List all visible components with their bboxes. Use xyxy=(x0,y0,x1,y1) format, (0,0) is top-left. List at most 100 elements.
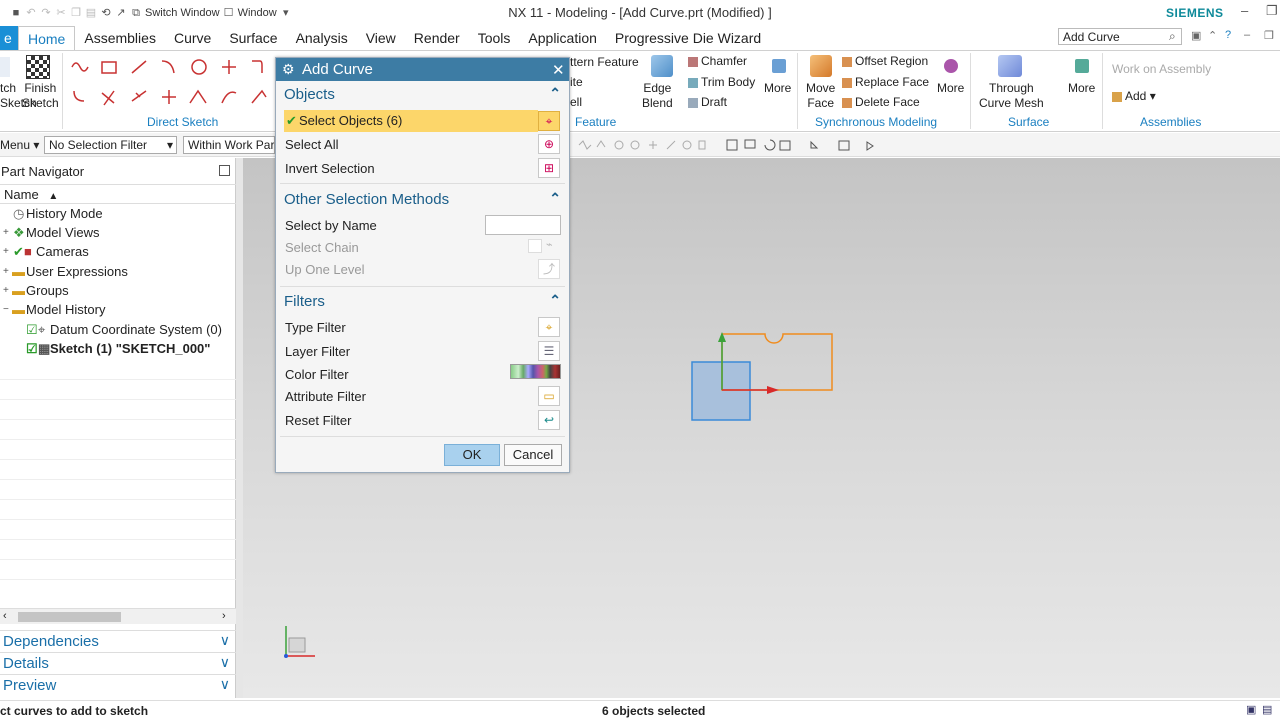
cancel-button[interactable]: Cancel xyxy=(504,444,562,466)
collapse-ribbon-icon[interactable]: ⌃ xyxy=(1208,29,1217,42)
reset-filter-icon[interactable]: ↩ xyxy=(538,410,560,430)
tab-home[interactable]: Home xyxy=(18,26,76,50)
dependencies-section[interactable]: Dependencies ∨ xyxy=(0,630,236,652)
paste-icon[interactable]: ▤ xyxy=(85,7,97,19)
scroll-left-icon[interactable]: ‹ xyxy=(3,610,7,622)
tree-item-user-expressions[interactable]: + ▬ User Expressions xyxy=(0,263,236,282)
pattern-feature-button[interactable]: ttern Feature xyxy=(570,55,639,69)
minimize-icon[interactable]: – xyxy=(1241,3,1248,18)
save-icon[interactable]: ■ xyxy=(10,7,22,19)
tree-item-history-mode[interactable]: ◷ History Mode xyxy=(0,205,236,224)
up-one-level-icon[interactable]: ⤴ xyxy=(538,259,560,279)
expand-icon[interactable]: + xyxy=(3,246,9,257)
more-sync-button[interactable]: More xyxy=(937,81,964,95)
invert-selection-icon[interactable]: ⊞ xyxy=(538,158,560,178)
file-tab[interactable]: e xyxy=(0,26,18,50)
redo-icon[interactable]: ↷ xyxy=(40,7,52,19)
move-face-button[interactable]: Move Face xyxy=(806,81,835,111)
name-column-header[interactable]: Name ▲ xyxy=(0,184,236,204)
draft-button[interactable]: Draft xyxy=(688,95,727,109)
crosshair-icon[interactable]: ⌖ xyxy=(538,111,560,131)
select-all-label[interactable]: Select All xyxy=(285,137,338,152)
add-component-button[interactable]: Add ▾ xyxy=(1112,89,1156,103)
datum-plane[interactable] xyxy=(691,361,751,421)
layer-filter-icon[interactable]: ☰ xyxy=(538,341,560,361)
chevron-down-icon[interactable]: ▾ xyxy=(280,7,292,19)
search-icon[interactable]: ⌕ xyxy=(1169,29,1176,44)
invert-selection-label[interactable]: Invert Selection xyxy=(285,161,375,176)
checkbox-icon[interactable]: ☑ xyxy=(26,322,38,338)
collapse-icon[interactable]: ⌃ xyxy=(549,85,561,102)
selection-scope-dropdown[interactable]: Within Work Par xyxy=(183,136,275,154)
expand-icon[interactable]: + xyxy=(3,227,9,238)
details-section[interactable]: Details ∨ xyxy=(0,652,236,674)
menu-button[interactable]: Menu ▾ xyxy=(0,138,39,152)
tab-curve[interactable]: Curve xyxy=(165,26,220,50)
edge-blend-button[interactable]: Edge Blend xyxy=(642,81,673,111)
color-filter-swatch[interactable] xyxy=(510,364,561,379)
more-feature-button[interactable]: More xyxy=(764,81,791,95)
tree-item-datum-csys[interactable]: ☑ ⌖ Datum Coordinate System (0) xyxy=(0,321,236,340)
tab-assemblies[interactable]: Assemblies xyxy=(75,26,165,50)
selection-filter-dropdown[interactable]: No Selection Filter ▾ xyxy=(44,136,177,154)
graphics-icon[interactable]: ▣ xyxy=(1246,703,1256,716)
panel-splitter[interactable] xyxy=(236,158,243,698)
type-filter-icon[interactable]: ⌖ xyxy=(538,317,560,337)
tab-surface[interactable]: Surface xyxy=(220,26,286,50)
collapse-icon[interactable]: − xyxy=(3,304,9,315)
help-icon[interactable]: ? xyxy=(1225,29,1231,41)
horizontal-scrollbar[interactable]: ‹ › xyxy=(0,608,236,624)
offset-region-button[interactable]: Offset Region xyxy=(842,54,928,68)
ribbon-options-icon[interactable]: ▣ xyxy=(1191,29,1201,42)
tree-item-cameras[interactable]: + ✔ ■ Cameras xyxy=(0,243,236,262)
tree-item-groups[interactable]: + ▬ Groups xyxy=(0,282,236,301)
restore-icon[interactable]: ❐ xyxy=(1266,3,1278,19)
select-by-name-input[interactable] xyxy=(485,215,561,235)
window-menu[interactable]: Window xyxy=(238,7,277,19)
selection-icon[interactable]: ▤ xyxy=(1262,703,1272,716)
chamfer-button[interactable]: Chamfer xyxy=(688,54,747,68)
dialog-title[interactable]: Add Curve xyxy=(276,58,569,81)
touch-mode-icon[interactable]: ↗ xyxy=(115,7,127,19)
replace-face-button[interactable]: Replace Face xyxy=(842,75,929,89)
collapse-icon[interactable]: ⌃ xyxy=(549,190,561,207)
repeat-command-icon[interactable]: ⟲ xyxy=(100,7,112,19)
copy-icon[interactable]: ❐ xyxy=(70,7,82,19)
tab-render[interactable]: Render xyxy=(405,26,469,50)
maximize-panel-icon[interactable] xyxy=(219,165,230,176)
unite-button[interactable]: ite xyxy=(570,75,583,89)
gear-icon[interactable]: ⚙ xyxy=(282,61,295,78)
tree-item-model-views[interactable]: + ❖ Model Views xyxy=(0,224,236,243)
work-on-assembly-button[interactable]: Work on Assembly xyxy=(1112,62,1211,76)
tab-tools[interactable]: Tools xyxy=(469,26,520,50)
scroll-thumb[interactable] xyxy=(18,612,121,622)
filters-section-title[interactable]: Filters xyxy=(284,293,325,310)
ok-button[interactable]: OK xyxy=(444,444,500,466)
trim-body-button[interactable]: Trim Body xyxy=(688,75,755,89)
tab-application[interactable]: Application xyxy=(519,26,606,50)
expand-icon[interactable]: + xyxy=(3,266,9,277)
collapse-icon[interactable]: ⌃ xyxy=(549,292,561,309)
tree-item-model-history[interactable]: − ▬ Model History xyxy=(0,301,236,320)
delete-face-button[interactable]: Delete Face xyxy=(842,95,920,109)
restore-doc-icon[interactable]: ❐ xyxy=(1264,29,1274,42)
more-surface-button[interactable]: More xyxy=(1068,81,1095,95)
scroll-right-icon[interactable]: › xyxy=(222,610,226,622)
select-chain-checkbox[interactable] xyxy=(528,239,542,253)
tab-view[interactable]: View xyxy=(357,26,405,50)
attribute-filter-icon[interactable]: ▭ xyxy=(538,386,560,406)
tab-analysis[interactable]: Analysis xyxy=(287,26,357,50)
cut-icon[interactable]: ✂ xyxy=(55,7,67,19)
shell-button[interactable]: ell xyxy=(570,95,582,109)
other-selection-section-title[interactable]: Other Selection Methods xyxy=(284,191,449,208)
objects-section-title[interactable]: Objects xyxy=(284,86,335,103)
switch-window-button[interactable]: Switch Window xyxy=(145,7,220,19)
through-curve-mesh-button[interactable]: Through Curve Mesh xyxy=(979,81,1044,111)
tab-progressive-die-wizard[interactable]: Progressive Die Wizard xyxy=(606,26,770,50)
select-all-icon[interactable]: ⊕ xyxy=(538,134,560,154)
preview-section[interactable]: Preview ∨ xyxy=(0,674,236,696)
minimize-doc-icon[interactable]: – xyxy=(1244,29,1250,41)
command-search-input[interactable]: Add Curve xyxy=(1058,28,1182,45)
close-icon[interactable]: ✕ xyxy=(552,61,565,79)
expand-icon[interactable]: + xyxy=(3,285,9,296)
